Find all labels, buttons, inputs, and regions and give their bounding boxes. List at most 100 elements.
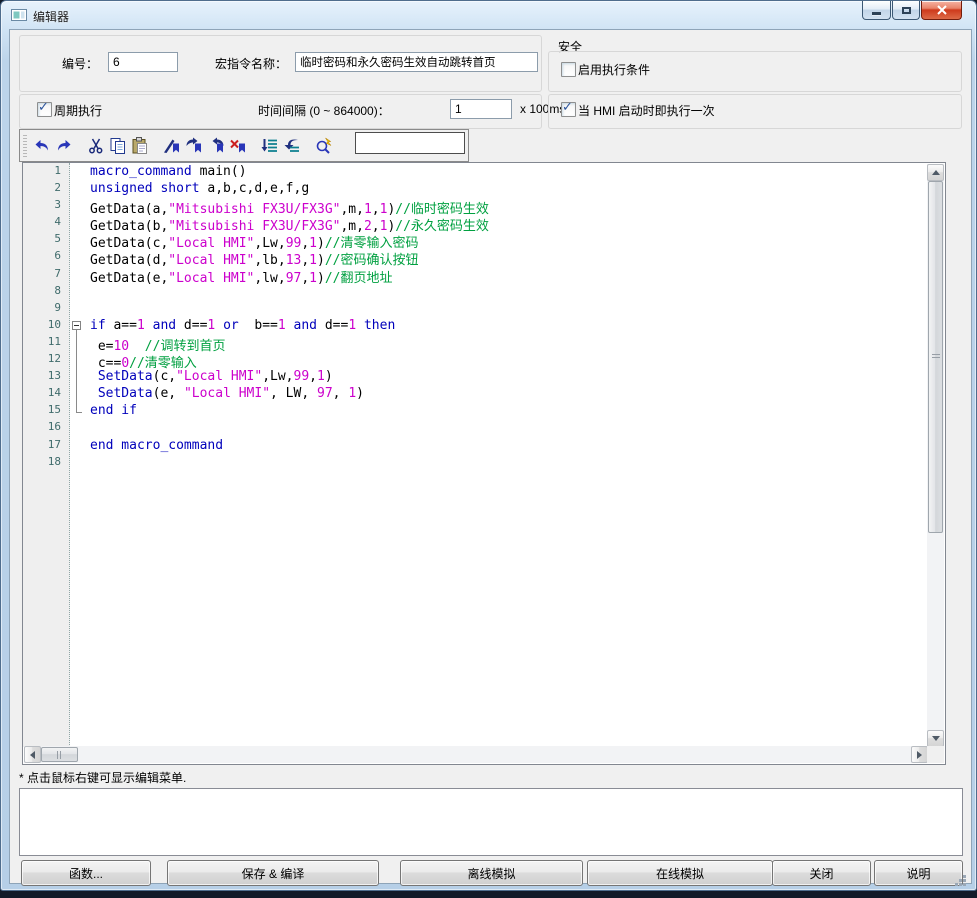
code-line[interactable]: 10if a==1 and d==1 or b==1 and d==1 then	[23, 318, 927, 335]
vertical-scrollbar[interactable]	[927, 164, 944, 747]
code-line[interactable]: 8	[23, 284, 927, 301]
fold-margin	[69, 232, 90, 249]
close-button[interactable]	[921, 1, 962, 20]
redo-icon	[54, 136, 74, 156]
macro-name-input[interactable]	[295, 52, 538, 72]
line-number: 12	[23, 352, 69, 369]
arrow-up-icon	[932, 170, 940, 175]
fold-margin	[69, 403, 90, 420]
paste-button[interactable]	[129, 135, 151, 157]
line-number: 18	[23, 455, 69, 472]
code-line[interactable]: 5GetData(c,"Local HMI",Lw,99,1)//清零输入密码	[23, 232, 927, 249]
find-button[interactable]	[313, 135, 335, 157]
save-compile-button[interactable]: 保存 & 编译	[167, 860, 379, 886]
close-dialog-button[interactable]: 关闭	[772, 860, 871, 886]
save-compile-button-label: 保存 & 编译	[242, 865, 305, 882]
code-line[interactable]: 1 macro_command main()	[23, 164, 927, 181]
toolbar-grip[interactable]	[23, 135, 27, 157]
fold-margin	[69, 352, 90, 369]
vertical-scroll-thumb[interactable]	[928, 181, 943, 533]
scroll-up-button[interactable]	[927, 164, 944, 181]
goto-bookmark-button[interactable]	[281, 135, 303, 157]
client-area: 编号： 宏指令名称： 安全 ✓ 启用执行条件 ✓ 周期执行 时间间隔 (0 ~ …	[9, 29, 972, 884]
interval-label: 时间间隔 (0 ~ 864000)：	[258, 102, 390, 119]
code-line[interactable]: 9	[23, 301, 927, 318]
code-line[interactable]: 4GetData(b,"Mitsubishi FX3U/FX3G",m,2,1)…	[23, 215, 927, 232]
code-line[interactable]: 7GetData(e,"Local HMI",lw,97,1)//翻页地址	[23, 267, 927, 284]
code-line[interactable]: 15end if	[23, 403, 927, 420]
toolbar-search-input[interactable]	[355, 132, 465, 154]
title-bar[interactable]: 编辑器	[1, 1, 976, 29]
help-button-label: 说明	[906, 865, 930, 882]
code-line[interactable]: 17end macro_command	[23, 438, 927, 455]
periodic-checkbox[interactable]: ✓	[37, 102, 52, 117]
minimize-button[interactable]	[862, 1, 891, 20]
online-simulation-button-label: 在线模拟	[656, 865, 704, 882]
code-lines: 1 macro_command main()2unsigned short a,b…	[23, 164, 927, 472]
resize-grip[interactable]	[963, 875, 966, 878]
online-simulation-button[interactable]: 在线模拟	[587, 860, 773, 886]
arrow-left-icon	[30, 751, 35, 759]
hint-text: * 点击鼠标右键可显示编辑菜单.	[19, 769, 186, 786]
help-button[interactable]: 说明	[874, 860, 963, 886]
code-line[interactable]: 11 e=10 //调转到首页	[23, 335, 927, 352]
function-button-label: 函数...	[69, 865, 103, 882]
code-line[interactable]: 16	[23, 420, 927, 437]
code-line[interactable]: 3GetData(a,"Mitsubishi FX3U/FX3G",m,1,1)…	[23, 198, 927, 215]
function-button[interactable]: 函数...	[21, 860, 151, 886]
interval-input[interactable]	[450, 99, 512, 119]
window-title: 编辑器	[33, 8, 69, 25]
startup-checkbox[interactable]: ✓	[561, 102, 576, 117]
fold-margin	[69, 335, 90, 352]
code-line[interactable]: 2unsigned short a,b,c,d,e,f,g	[23, 181, 927, 198]
code-text: macro_command main()	[90, 164, 247, 181]
cut-button[interactable]	[85, 135, 107, 157]
macro-name-label: 宏指令名称：	[215, 55, 287, 72]
previous-bookmark-button[interactable]	[205, 135, 227, 157]
macro-id-label: 编号：	[62, 55, 98, 72]
scroll-right-button[interactable]	[911, 746, 928, 763]
code-line[interactable]: 14 SetData(e, "Local HMI", LW, 97, 1)	[23, 386, 927, 403]
horizontal-scrollbar[interactable]	[24, 746, 928, 763]
editor-window: 编辑器 编号： 宏指令名称： 安全 ✓ 启用执行条件 ✓ 周期执行 时间间隔 (…	[0, 0, 977, 891]
clear-bookmarks-button[interactable]	[227, 135, 249, 157]
code-editor[interactable]: 1 macro_command main()2unsigned short a,b…	[22, 162, 946, 765]
exec-condition-label: 启用执行条件	[578, 61, 650, 78]
maximize-button[interactable]	[892, 1, 920, 20]
next-bookmark-button[interactable]	[183, 135, 205, 157]
app-icon	[11, 8, 27, 22]
clear-bookmarks-icon	[228, 136, 248, 156]
paste-icon	[130, 136, 150, 156]
scroll-down-button[interactable]	[927, 730, 944, 747]
code-line[interactable]: 6GetData(d,"Local HMI",lb,13,1)//密码确认按钮	[23, 249, 927, 266]
undo-button[interactable]	[31, 135, 53, 157]
redo-button[interactable]	[53, 135, 75, 157]
code-text: SetData(c,"Local HMI",Lw,99,1)	[90, 369, 333, 386]
fold-margin	[69, 438, 90, 455]
horizontal-scroll-thumb[interactable]	[41, 747, 78, 762]
code-line[interactable]: 12 c==0//清零输入	[23, 352, 927, 369]
fold-toggle-icon[interactable]	[72, 321, 81, 330]
code-line[interactable]: 18	[23, 455, 927, 472]
fold-margin	[69, 420, 90, 437]
scroll-left-button[interactable]	[24, 746, 41, 763]
fold-margin	[69, 249, 90, 266]
toggle-bookmark-icon	[162, 136, 182, 156]
code-text: GetData(a,"Mitsubishi FX3U/FX3G",m,1,1)/…	[90, 198, 489, 215]
cut-icon	[86, 136, 106, 156]
startup-label: 当 HMI 启动时即执行一次	[578, 102, 715, 119]
code-line[interactable]: 13 SetData(c,"Local HMI",Lw,99,1)	[23, 369, 927, 386]
fold-margin	[69, 198, 90, 215]
message-output-box[interactable]	[19, 788, 963, 856]
offline-simulation-button-label: 离线模拟	[467, 865, 515, 882]
offline-simulation-button[interactable]: 离线模拟	[400, 860, 583, 886]
fold-margin	[69, 215, 90, 232]
macro-id-input[interactable]	[108, 52, 178, 72]
fold-margin	[69, 318, 90, 335]
thumb-grip-icon	[57, 751, 63, 759]
bookmark-list-button[interactable]	[259, 135, 281, 157]
exec-condition-checkbox[interactable]: ✓	[561, 62, 576, 77]
toggle-bookmark-button[interactable]	[161, 135, 183, 157]
copy-button[interactable]	[107, 135, 129, 157]
line-number: 1	[23, 164, 69, 181]
